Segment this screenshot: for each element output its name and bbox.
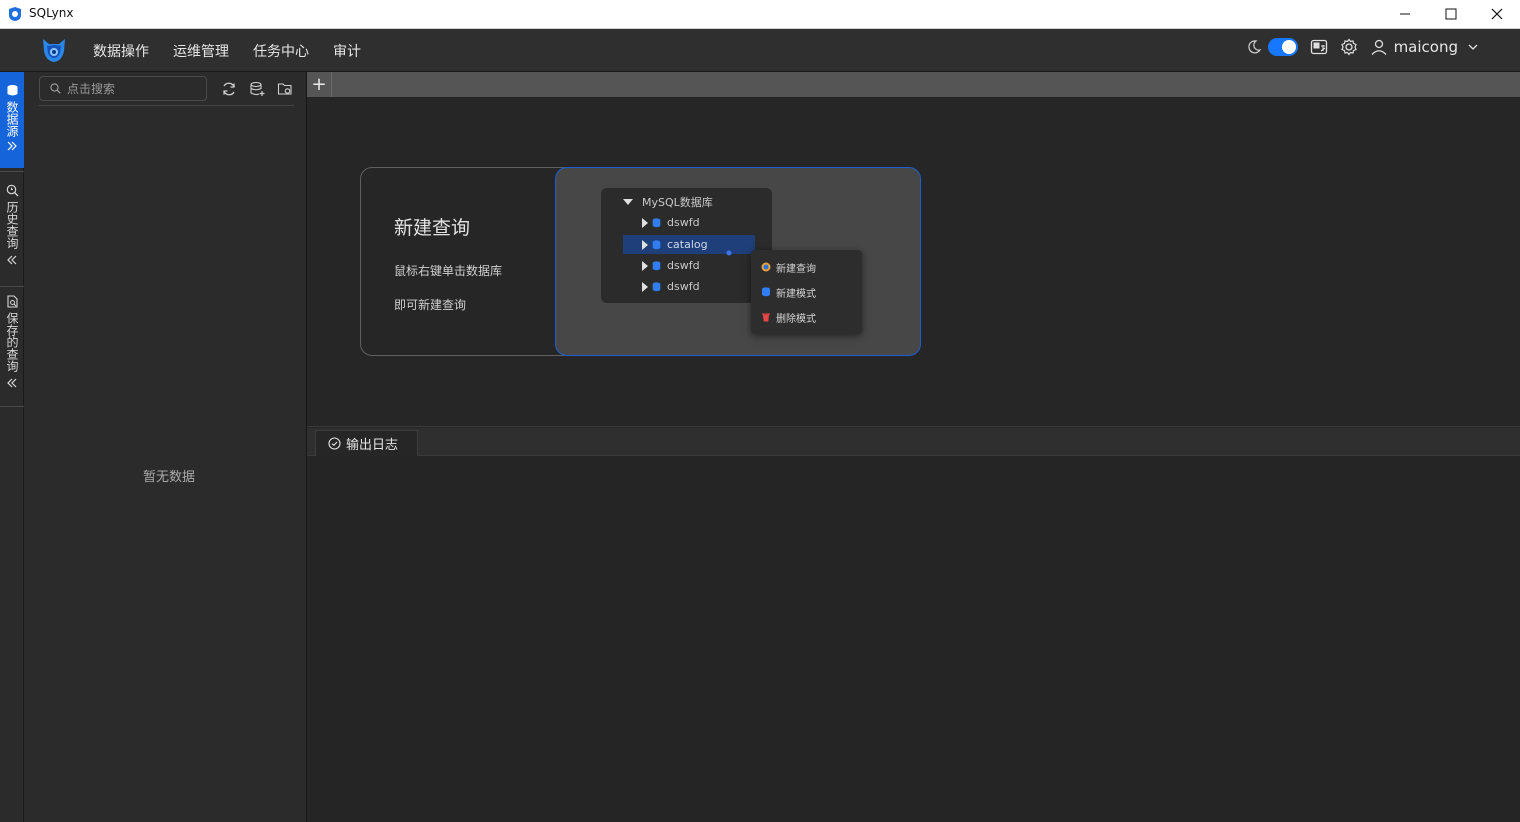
menu-task-center[interactable]: 任务中心	[253, 41, 309, 61]
add-datasource-icon[interactable]	[249, 81, 265, 97]
rail-tab-history[interactable]: 历史查询	[0, 184, 24, 284]
collapsed-caret-icon	[642, 281, 648, 292]
rail-divider	[0, 171, 24, 172]
mouse-cursor-icon	[726, 250, 732, 256]
refresh-icon[interactable]	[221, 81, 237, 97]
close-button[interactable]	[1474, 0, 1520, 28]
datasource-panel: 暂无数据	[24, 72, 307, 822]
new-query-icon	[761, 262, 771, 272]
rail-tab-label: 历史查询	[5, 201, 19, 249]
tree-node: dswfd	[623, 277, 755, 296]
tree-root: MySQL数据库	[623, 192, 763, 211]
double-chevron-left-icon	[7, 378, 17, 388]
left-rail: 数据源 历史查询 保存的查询	[0, 72, 24, 822]
app-logo-icon	[9, 7, 21, 21]
user-avatar-icon	[1371, 39, 1387, 55]
guide-illustration: MySQL数据库 dswfd catalog dswfd dswfd 新建查询 …	[555, 167, 921, 356]
tab-label: 输出日志	[346, 438, 399, 453]
panel-divider	[39, 105, 294, 106]
double-chevron-left-icon	[7, 255, 17, 265]
tree-node-label: dswfd	[667, 216, 700, 229]
editor-workarea: 新建查询 鼠标右键单击数据库 即可新建查询 MySQL数据库 dswfd cat…	[307, 97, 1520, 427]
context-menu-label: 新建模式	[776, 288, 816, 300]
database-icon	[652, 217, 661, 227]
context-menu-item: 新建查询	[761, 260, 816, 275]
rail-tab-datasource[interactable]: 数据源	[0, 72, 24, 168]
illustration-tree: MySQL数据库 dswfd catalog dswfd dswfd	[601, 188, 772, 303]
user-menu[interactable]: maicong	[1370, 38, 1478, 56]
expanded-caret-icon	[623, 198, 633, 205]
datasource-settings-icon[interactable]	[277, 81, 293, 97]
username: maicong	[1393, 38, 1458, 56]
search-icon	[50, 83, 61, 94]
toggle-knob	[1281, 40, 1296, 54]
rail-divider	[0, 406, 24, 407]
minimize-button[interactable]	[1382, 0, 1428, 28]
context-menu-item: 新建模式	[761, 285, 816, 300]
moon-icon	[1247, 40, 1261, 54]
window-titlebar: SQLynx	[0, 0, 1520, 29]
menu-ops-management[interactable]: 运维管理	[173, 41, 229, 61]
tree-node-label: catalog	[667, 238, 708, 251]
new-query-guide-card: 新建查询 鼠标右键单击数据库 即可新建查询 MySQL数据库 dswfd cat…	[360, 167, 921, 356]
database-icon	[652, 281, 661, 291]
tree-root-label: MySQL数据库	[642, 195, 713, 209]
top-navigation: 数据操作 运维管理 任务中心 审计 maicong	[0, 29, 1520, 72]
sqlynx-logo-icon[interactable]	[41, 37, 67, 64]
tree-node-label: dswfd	[667, 280, 700, 293]
empty-state-text: 暂无数据	[142, 470, 195, 485]
rail-tab-saved-queries[interactable]: 保存的查询	[0, 295, 24, 401]
tree-node-selected: catalog	[623, 235, 755, 254]
collapsed-caret-icon	[642, 239, 648, 250]
menu-audit[interactable]: 审计	[333, 41, 361, 61]
search-input[interactable]	[67, 81, 197, 96]
rail-divider	[0, 286, 24, 287]
illustration-context-menu: 新建查询 新建模式 删除模式	[751, 250, 862, 334]
context-menu-label: 新建查询	[776, 263, 816, 275]
guide-instruction: 即可新建查询	[394, 298, 467, 312]
dark-mode-toggle[interactable]	[1267, 38, 1298, 56]
datasource-toolbar	[221, 81, 293, 97]
output-tabs: 输出日志	[307, 428, 1520, 456]
datasource-search[interactable]	[39, 76, 207, 101]
output-log-body	[307, 456, 1520, 822]
database-icon	[7, 85, 17, 96]
maximize-button[interactable]	[1428, 0, 1474, 28]
rail-tab-label: 保存的查询	[5, 312, 19, 372]
tab-output-log[interactable]: 输出日志	[315, 430, 418, 456]
check-circle-icon	[328, 437, 341, 450]
search-history-icon	[6, 184, 18, 197]
maximize-icon	[1445, 8, 1457, 20]
main-menu: 数据操作 运维管理 任务中心 审计	[93, 41, 361, 61]
window-title: SQLynx	[29, 6, 74, 20]
collapsed-caret-icon	[642, 217, 648, 228]
add-tab-button[interactable]: +	[307, 72, 332, 97]
saved-query-icon	[6, 295, 18, 308]
tree-node: dswfd	[623, 256, 755, 275]
menu-data-operations[interactable]: 数据操作	[93, 41, 149, 61]
guide-instruction: 鼠标右键单击数据库	[394, 264, 503, 278]
translate-icon[interactable]	[1310, 38, 1328, 56]
collapsed-caret-icon	[642, 260, 648, 271]
editor-tab-strip: +	[307, 72, 1520, 97]
database-icon	[652, 260, 661, 270]
chevron-down-icon	[1468, 44, 1478, 50]
guide-title: 新建查询	[394, 217, 471, 239]
context-menu-item: 删除模式	[761, 310, 816, 325]
database-icon	[652, 239, 661, 249]
rail-tab-label: 数据源	[5, 101, 19, 137]
double-chevron-right-icon	[7, 141, 17, 151]
minimize-icon	[1400, 13, 1410, 15]
close-icon	[1491, 8, 1503, 20]
context-menu-label: 删除模式	[776, 313, 816, 325]
database-icon	[762, 287, 770, 297]
header-actions: maicong	[1246, 38, 1478, 56]
trash-icon	[762, 313, 770, 322]
tree-node-label: dswfd	[667, 259, 700, 272]
tree-node: dswfd	[623, 213, 755, 232]
settings-gear-icon[interactable]	[1340, 38, 1358, 56]
